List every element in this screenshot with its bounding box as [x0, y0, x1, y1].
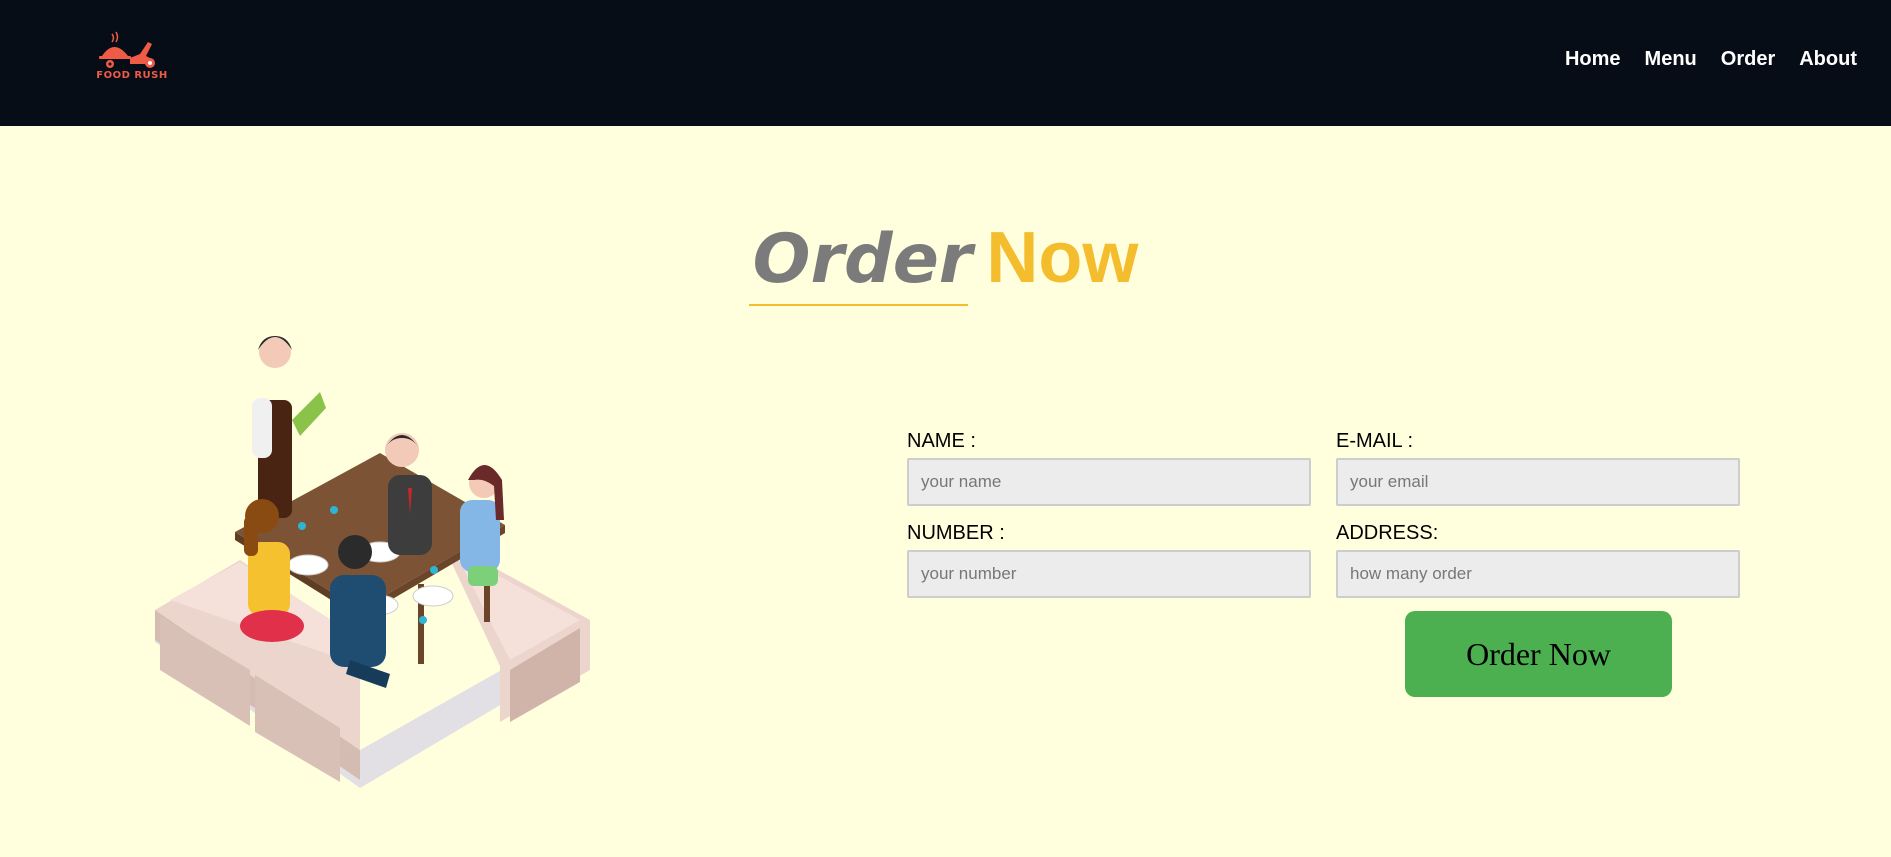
- dining-scene-icon: [155, 336, 590, 788]
- address-input[interactable]: [1336, 550, 1740, 598]
- nav-home-link[interactable]: Home: [1565, 48, 1621, 71]
- email-label: E-MAIL :: [1336, 430, 1414, 452]
- page-title: Order Now: [0, 222, 1891, 306]
- number-field-group: NUMBER :: [907, 522, 1311, 598]
- address-field-group: ADDRESS:: [1336, 522, 1740, 598]
- nav-about-link[interactable]: About: [1799, 48, 1857, 71]
- email-input[interactable]: [1336, 458, 1740, 506]
- order-form: NAME : E-MAIL : NUMBER : ADDRESS: Order …: [907, 430, 1740, 700]
- nav-links: Home Menu Order About: [1541, 48, 1857, 71]
- name-field-group: NAME :: [907, 430, 1311, 506]
- navbar: FOOD RUSH Home Menu Order About: [0, 0, 1891, 126]
- restaurant-dining-illustration: [150, 320, 600, 800]
- food-rush-logo[interactable]: FOOD RUSH: [92, 30, 172, 86]
- name-label: NAME :: [907, 430, 976, 452]
- email-field-group: E-MAIL :: [1336, 430, 1740, 506]
- nav-order-link[interactable]: Order: [1721, 48, 1775, 71]
- scooter-logo-icon: [99, 31, 155, 68]
- order-now-button[interactable]: Order Now: [1405, 611, 1672, 697]
- title-word-now: Now: [986, 218, 1139, 298]
- brand-name: FOOD RUSH: [96, 70, 168, 81]
- nav-menu-link[interactable]: Menu: [1645, 48, 1697, 71]
- title-word-order: Order: [748, 226, 972, 306]
- address-label: ADDRESS:: [1336, 522, 1439, 544]
- number-label: NUMBER :: [907, 522, 1005, 544]
- name-input[interactable]: [907, 458, 1311, 506]
- number-input[interactable]: [907, 550, 1311, 598]
